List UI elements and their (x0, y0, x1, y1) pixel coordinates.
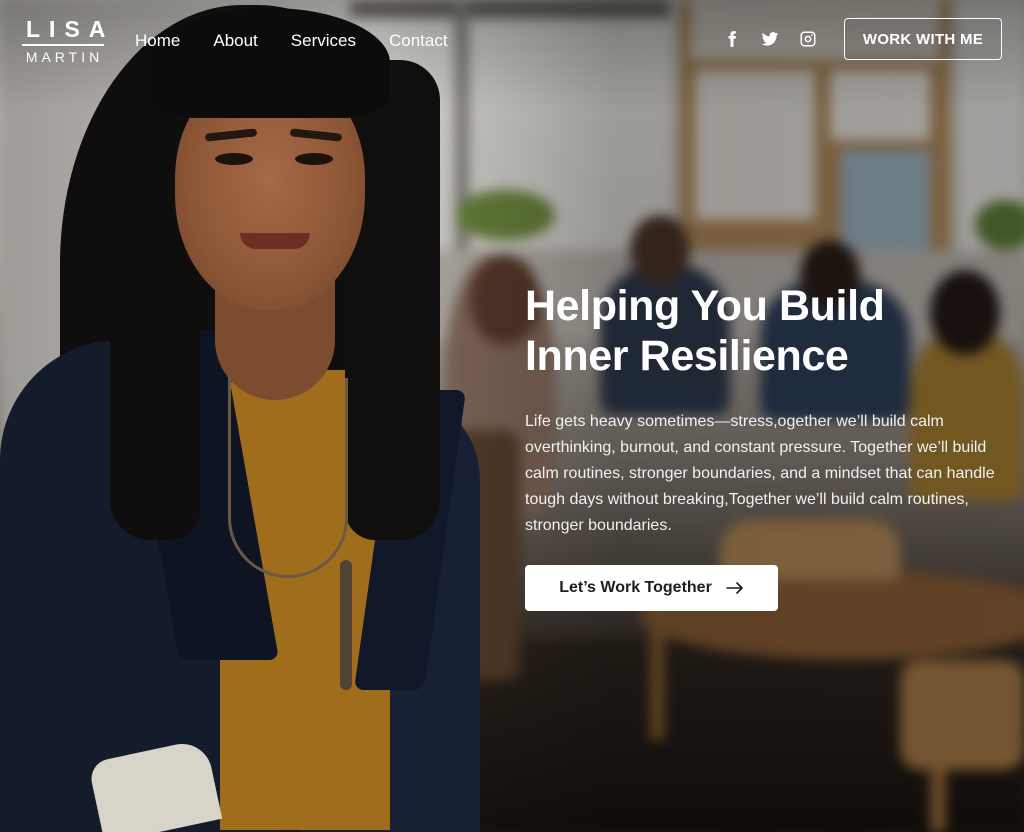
main-nav: Home About Services Contact (135, 31, 481, 51)
lets-work-together-button[interactable]: Let’s Work Together (525, 565, 778, 611)
nav-about[interactable]: About (213, 31, 257, 51)
hero-content: Helping You Build Inner Resilience Life … (525, 281, 1005, 611)
portrait-photo (0, 0, 500, 832)
site-logo[interactable]: LISA MARTIN (22, 16, 115, 65)
work-with-me-button[interactable]: WORK WITH ME (844, 18, 1002, 60)
hero-headline: Helping You Build Inner Resilience (525, 281, 1005, 381)
cta-label: Let’s Work Together (559, 579, 712, 596)
headline-line-1: Helping You Build (525, 282, 885, 330)
social-links (722, 29, 818, 49)
headline-line-2: Inner Resilience (525, 332, 849, 380)
nav-contact[interactable]: Contact (389, 31, 448, 51)
facebook-icon[interactable] (722, 29, 742, 49)
twitter-icon[interactable] (760, 29, 780, 49)
hero-section: LISA MARTIN Home About Services Contact … (0, 0, 1024, 832)
logo-last-name: MARTIN (25, 49, 104, 65)
nav-home[interactable]: Home (135, 31, 180, 51)
logo-first-name: LISA (26, 16, 115, 42)
arrow-right-icon (725, 582, 743, 594)
instagram-icon[interactable] (798, 29, 818, 49)
hero-description: Life gets heavy sometimes—stress,ogether… (525, 413, 995, 534)
logo-divider (22, 44, 104, 46)
nav-services[interactable]: Services (291, 31, 356, 51)
site-header: LISA MARTIN Home About Services Contact … (0, 0, 1024, 80)
